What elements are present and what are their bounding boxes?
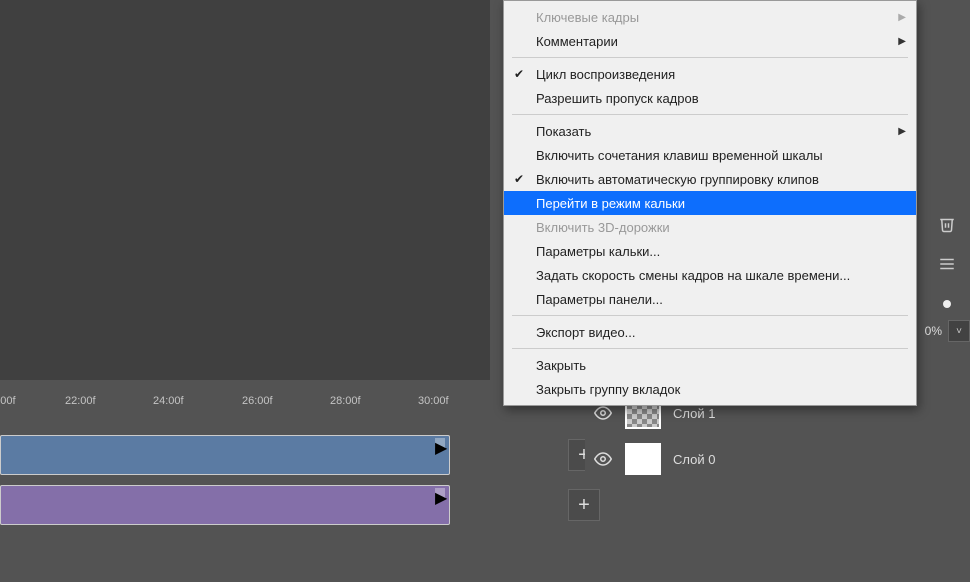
menu-separator — [512, 315, 908, 316]
layer-thumbnail[interactable] — [625, 443, 661, 475]
menu-item-keyframes[interactable]: Ключевые кадры ▶ — [504, 5, 916, 29]
menu-item-label: Параметры кальки... — [536, 244, 660, 259]
ruler-tick: 24:00f — [153, 395, 184, 407]
timeline-panel: 20:00f 22:00f 24:00f 26:00f 28:00f 30:00… — [0, 395, 560, 580]
timeline-clip[interactable]: ▶ — [0, 435, 450, 475]
timeline-clip[interactable]: ▶ — [0, 485, 450, 525]
ruler-tick: 20:00f — [0, 395, 16, 407]
menu-item-onion-skin-options[interactable]: Параметры кальки... — [504, 239, 916, 263]
add-clip-button[interactable]: + — [568, 489, 600, 521]
menu-item-label: Цикл воспроизведения — [536, 67, 675, 82]
menu-item-label: Экспорт видео... — [536, 325, 636, 340]
layer-name-label: Слой 0 — [673, 452, 715, 467]
context-menu: Ключевые кадры ▶ Комментарии ▶ ✔ Цикл во… — [503, 0, 917, 406]
menu-item-label: Закрыть — [536, 358, 586, 373]
menu-item-onion-skin-mode[interactable]: Перейти в режим кальки — [504, 191, 916, 215]
timeline-ruler[interactable]: 20:00f 22:00f 24:00f 26:00f 28:00f 30:00… — [0, 395, 560, 425]
menu-item-export-video[interactable]: Экспорт видео... — [504, 320, 916, 344]
check-icon: ✔ — [514, 172, 524, 186]
timeline-track[interactable]: ▶ + — [0, 485, 560, 525]
submenu-arrow-icon: ▶ — [898, 12, 906, 23]
ruler-tick: 26:00f — [242, 395, 273, 407]
menu-item-set-frame-rate[interactable]: Задать скорость смены кадров на шкале вр… — [504, 263, 916, 287]
ruler-tick: 30:00f — [418, 395, 449, 407]
menu-item-close[interactable]: Закрыть — [504, 353, 916, 377]
menu-item-label: Закрыть группу вкладок — [536, 382, 680, 397]
menu-separator — [512, 114, 908, 115]
menu-item-panel-options[interactable]: Параметры панели... — [504, 287, 916, 311]
opacity-control: 0% ˅ — [919, 320, 970, 342]
menu-separator — [512, 57, 908, 58]
submenu-arrow-icon: ▶ — [898, 126, 906, 137]
clip-marker-icon: ▶ — [435, 438, 445, 448]
check-icon: ✔ — [514, 67, 524, 81]
menu-item-label: Включить автоматическую группировку клип… — [536, 172, 819, 187]
slider-dot-icon[interactable] — [933, 290, 961, 318]
menu-item-label: Ключевые кадры — [536, 10, 639, 25]
menu-item-label: Включить сочетания клавиш временной шкал… — [536, 148, 823, 163]
percent-dropdown[interactable]: ˅ — [948, 320, 970, 342]
ruler-tick: 22:00f — [65, 395, 96, 407]
trash-icon[interactable] — [933, 210, 961, 238]
preview-viewport — [0, 0, 490, 380]
menu-item-label: Разрешить пропуск кадров — [536, 91, 699, 106]
menu-item-allow-frame-skip[interactable]: Разрешить пропуск кадров — [504, 86, 916, 110]
menu-item-label: Включить 3D-дорожки — [536, 220, 670, 235]
menu-item-enable-timeline-shortcuts[interactable]: Включить сочетания клавиш временной шкал… — [504, 143, 916, 167]
menu-item-label: Показать — [536, 124, 591, 139]
clip-marker-icon: ▶ — [435, 488, 445, 498]
timeline-track[interactable]: ▶ + — [0, 435, 560, 475]
side-toolbar — [924, 200, 970, 328]
menu-item-label: Параметры панели... — [536, 292, 663, 307]
menu-item-comments[interactable]: Комментарии ▶ — [504, 29, 916, 53]
menu-item-enable-3d-tracks[interactable]: Включить 3D-дорожки — [504, 215, 916, 239]
menu-separator — [512, 348, 908, 349]
menu-icon[interactable] — [933, 250, 961, 278]
menu-item-close-tab-group[interactable]: Закрыть группу вкладок — [504, 377, 916, 401]
layer-row[interactable]: Слой 0 — [585, 436, 970, 482]
menu-item-show[interactable]: Показать ▶ — [504, 119, 916, 143]
ruler-tick: 28:00f — [330, 395, 361, 407]
visibility-toggle-icon[interactable] — [593, 403, 613, 423]
visibility-toggle-icon[interactable] — [593, 449, 613, 469]
menu-item-label: Комментарии — [536, 34, 618, 49]
layer-name-label: Слой 1 — [673, 406, 715, 421]
menu-item-label: Перейти в режим кальки — [536, 196, 685, 211]
percent-value: 0% — [919, 320, 948, 342]
menu-item-loop-playback[interactable]: ✔ Цикл воспроизведения — [504, 62, 916, 86]
menu-item-label: Задать скорость смены кадров на шкале вр… — [536, 268, 850, 283]
menu-item-auto-group-clips[interactable]: ✔ Включить автоматическую группировку кл… — [504, 167, 916, 191]
submenu-arrow-icon: ▶ — [898, 36, 906, 47]
